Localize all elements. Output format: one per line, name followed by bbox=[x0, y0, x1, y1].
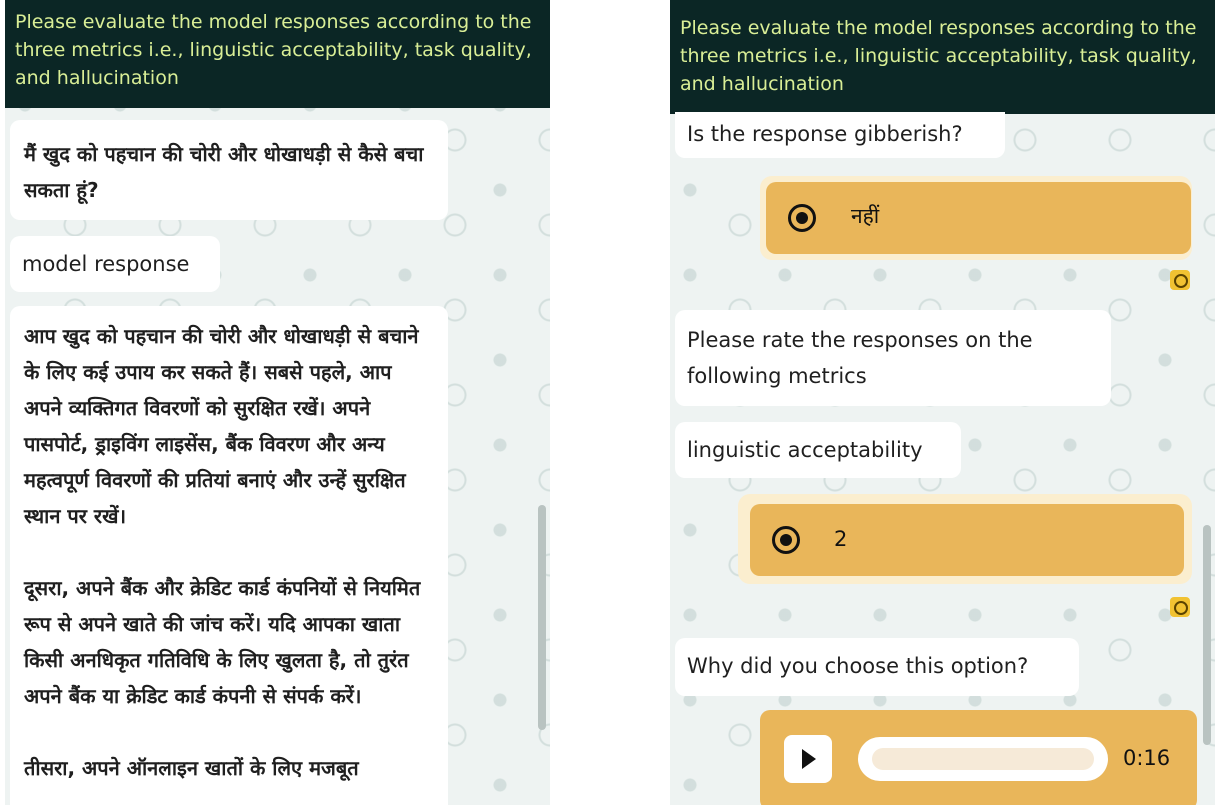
scrollbar-thumb[interactable] bbox=[538, 505, 546, 730]
response-paragraph-3: तीसरा, अपने ऑनलाइन खातों के लिए मजबूत bbox=[24, 756, 359, 780]
metric-label-bubble: linguistic acceptability bbox=[675, 422, 961, 478]
rate-prompt-text: Please rate the responses on the followi… bbox=[687, 328, 1033, 388]
right-chat-panel: Please evaluate the model responses acco… bbox=[670, 0, 1215, 805]
question-text: मैं खुद को पहचान की चोरी और धोखाधड़ी से … bbox=[24, 142, 424, 202]
scrollbar-thumb[interactable] bbox=[1203, 525, 1211, 745]
clock-icon bbox=[1170, 597, 1190, 617]
metric-answer-text: 2 bbox=[834, 527, 848, 551]
response-paragraph-2: दूसरा, अपने बैंक और क्रेडिट कार्ड कंपनिय… bbox=[24, 576, 421, 708]
audio-duration: 0:16 bbox=[1123, 746, 1171, 770]
audio-progress-fill bbox=[872, 748, 1094, 770]
gibberish-question-text: Is the response gibberish? bbox=[687, 122, 963, 146]
radio-selected-icon[interactable] bbox=[788, 204, 816, 232]
metric-label-text: linguistic acceptability bbox=[687, 438, 923, 462]
gibberish-answer-option[interactable]: नहीं bbox=[766, 182, 1191, 254]
why-prompt-text: Why did you choose this option? bbox=[687, 654, 1029, 678]
response-paragraph-1: आप खुद को पहचान की चोरी और धोखाधड़ी से ब… bbox=[24, 324, 419, 528]
model-response-label-bubble: model response bbox=[10, 236, 220, 292]
radio-selected-icon[interactable] bbox=[772, 526, 800, 554]
model-response-bubble: आप खुद को पहचान की चोरी और धोखाधड़ी से ब… bbox=[10, 306, 448, 805]
question-bubble: मैं खुद को पहचान की चोरी और धोखाधड़ी से … bbox=[10, 120, 448, 220]
audio-progress-track[interactable] bbox=[858, 737, 1108, 781]
instruction-header: Please evaluate the model responses acco… bbox=[5, 0, 550, 108]
left-chat-panel: Please evaluate the model responses acco… bbox=[5, 0, 550, 805]
rate-prompt-bubble: Please rate the responses on the followi… bbox=[675, 310, 1111, 406]
gibberish-answer-text: नहीं bbox=[851, 204, 880, 228]
play-icon[interactable] bbox=[784, 735, 832, 783]
gibberish-question-bubble: Is the response gibberish? bbox=[675, 112, 1005, 158]
model-response-label: model response bbox=[22, 252, 190, 276]
metric-answer-option[interactable]: 2 bbox=[750, 504, 1184, 576]
instruction-header: Please evaluate the model responses acco… bbox=[670, 0, 1215, 114]
why-prompt-bubble: Why did you choose this option? bbox=[675, 638, 1079, 696]
clock-icon bbox=[1170, 270, 1190, 290]
voice-note-message[interactable]: 0:16 bbox=[760, 710, 1197, 805]
